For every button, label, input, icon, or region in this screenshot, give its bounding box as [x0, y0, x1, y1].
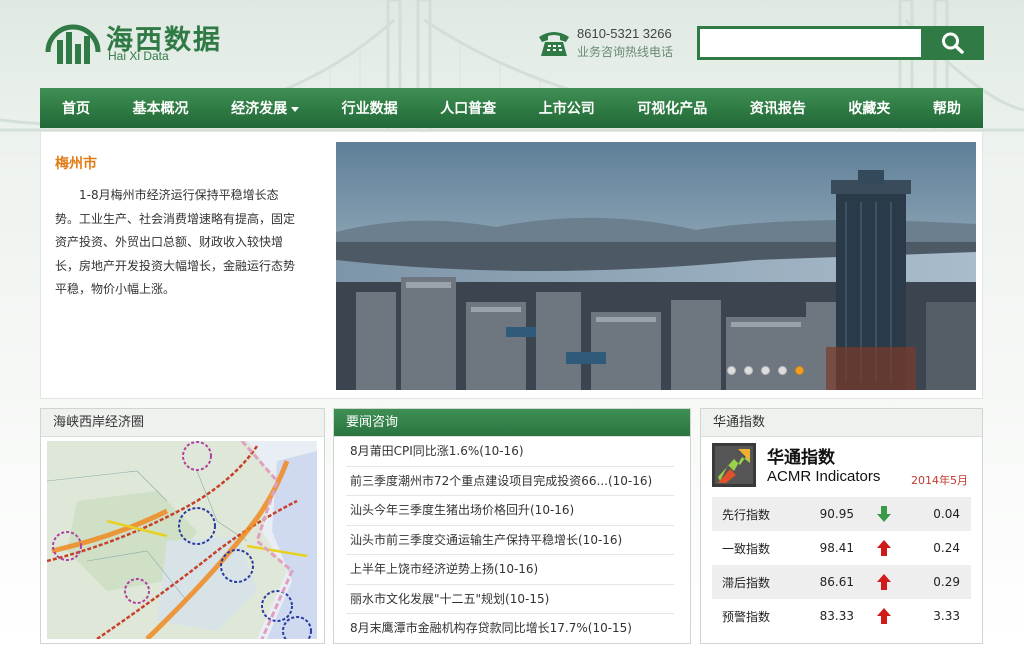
arrow-down-icon — [864, 506, 904, 522]
index-row[interactable]: 预警指数 83.33 3.33 — [712, 599, 971, 633]
index-value: 98.41 — [819, 541, 854, 555]
news-item[interactable]: 上半年上饶市经济逆势上扬(10-16) — [346, 555, 674, 585]
nav-industry[interactable]: 行业数据 — [342, 98, 398, 118]
news-panel-title: 要闻咨询 — [334, 409, 690, 437]
city-photo — [336, 142, 976, 390]
index-panel-title: 华通指数 — [701, 409, 982, 437]
acmr-logo-icon — [712, 443, 756, 487]
news-panel: 要闻咨询 8月莆田CPI同比涨1.6%(10-16) 前三季度潮州市72个重点建… — [333, 408, 691, 644]
brand-logo[interactable]: 海西数据 Hai Xi Data — [44, 16, 244, 68]
hotline: 8610-5321 3266 业务咨询热线电话 — [537, 26, 687, 62]
nav-help[interactable]: 帮助 — [933, 98, 961, 118]
slide-dot[interactable] — [727, 366, 736, 375]
nav-economy[interactable]: 经济发展 — [231, 98, 300, 118]
slide-dot-active[interactable] — [795, 366, 804, 375]
news-item[interactable]: 汕头今年三季度生猪出场价格回升(10-16) — [346, 496, 674, 526]
index-row[interactable]: 一致指数 98.41 0.24 — [712, 531, 971, 565]
news-item[interactable]: 前三季度潮州市72个重点建设项目完成投资66...(10-16) — [346, 467, 674, 496]
index-heading-cn: 华通指数 — [767, 448, 835, 468]
brand-name-en: Hai Xi Data — [108, 49, 169, 63]
index-name: 一致指数 — [722, 541, 771, 556]
nav-listed-companies[interactable]: 上市公司 — [539, 98, 595, 118]
nav-favorites[interactable]: 收藏夹 — [848, 98, 890, 118]
index-row[interactable]: 滞后指数 86.61 0.29 — [712, 565, 971, 599]
index-change: 0.24 — [933, 541, 960, 555]
search-input[interactable] — [697, 26, 924, 60]
chevron-down-icon — [291, 106, 300, 112]
slide-dot[interactable] — [761, 366, 770, 375]
index-change: 0.04 — [933, 507, 960, 521]
index-value: 83.33 — [819, 609, 854, 623]
index-name: 滞后指数 — [722, 575, 771, 590]
feature-description: 1-8月梅州市经济运行保持平稳增长态势。工业生产、社会消费增速略有提高，固定资产… — [55, 188, 296, 296]
phone-icon — [539, 32, 569, 56]
index-heading-en: ACMR Indicators — [767, 468, 881, 485]
feature-panel: 梅州市 1-8月梅州市经济运行保持平稳增长态势。工业生产、社会消费增速略有提高，… — [40, 131, 983, 399]
index-change: 3.33 — [933, 609, 960, 623]
news-item[interactable]: 丽水市文化发展"十二五"规划(10-15) — [346, 585, 674, 614]
map-image — [47, 441, 317, 639]
index-name: 预警指数 — [722, 609, 771, 624]
logo-mark-icon — [45, 24, 101, 64]
news-item[interactable]: 8月莆田CPI同比涨1.6%(10-16) — [346, 437, 674, 467]
search-button[interactable] — [922, 26, 984, 60]
index-date: 2014年5月 — [911, 474, 968, 487]
index-table: 先行指数 90.95 0.04 一致指数 98.41 0.24 滞后指数 86.… — [712, 497, 971, 633]
economic-zone-map[interactable] — [47, 441, 317, 639]
slide-dot[interactable] — [778, 366, 787, 375]
arrow-up-icon — [864, 540, 904, 556]
index-panel: 华通指数 华通指数 ACMR Indicators 2014年5月 先行指数 9… — [700, 408, 983, 644]
slide-dot[interactable] — [744, 366, 753, 375]
main-nav: 首页 基本概况 经济发展 行业数据 人口普查 上市公司 可视化产品 资讯报告 收… — [40, 88, 983, 128]
news-item[interactable]: 8月末鹰潭市金融机构存贷款同比增长17.7%(10-15) — [346, 614, 674, 644]
arrow-up-icon — [864, 608, 904, 624]
news-item[interactable]: 汕头市前三季度交通运输生产保持平稳增长(10-16) — [346, 526, 674, 555]
news-list: 8月莆田CPI同比涨1.6%(10-16) 前三季度潮州市72个重点建设项目完成… — [334, 437, 690, 644]
nav-visual-products[interactable]: 可视化产品 — [637, 98, 707, 118]
nav-home[interactable]: 首页 — [62, 98, 90, 118]
hotline-label: 业务咨询热线电话 — [577, 45, 674, 59]
slide-indicators — [727, 366, 804, 375]
index-row[interactable]: 先行指数 90.95 0.04 — [712, 497, 971, 531]
nav-overview[interactable]: 基本概况 — [133, 98, 189, 118]
hotline-number: 8610-5321 3266 — [577, 26, 672, 41]
arrow-up-icon — [864, 574, 904, 590]
nav-economy-label: 经济发展 — [231, 101, 288, 117]
index-name: 先行指数 — [722, 507, 771, 522]
nav-reports[interactable]: 资讯报告 — [750, 98, 806, 118]
city-banner-image[interactable] — [336, 142, 976, 390]
map-panel-title: 海峡西岸经济圈 — [41, 409, 324, 437]
index-value: 86.61 — [819, 575, 854, 589]
index-change: 0.29 — [933, 575, 960, 589]
nav-census[interactable]: 人口普查 — [440, 98, 496, 118]
map-panel: 海峡西岸经济圈 — [40, 408, 325, 644]
index-value: 90.95 — [819, 507, 854, 521]
feature-title[interactable]: 梅州市 — [55, 153, 97, 173]
search-icon — [942, 32, 964, 54]
